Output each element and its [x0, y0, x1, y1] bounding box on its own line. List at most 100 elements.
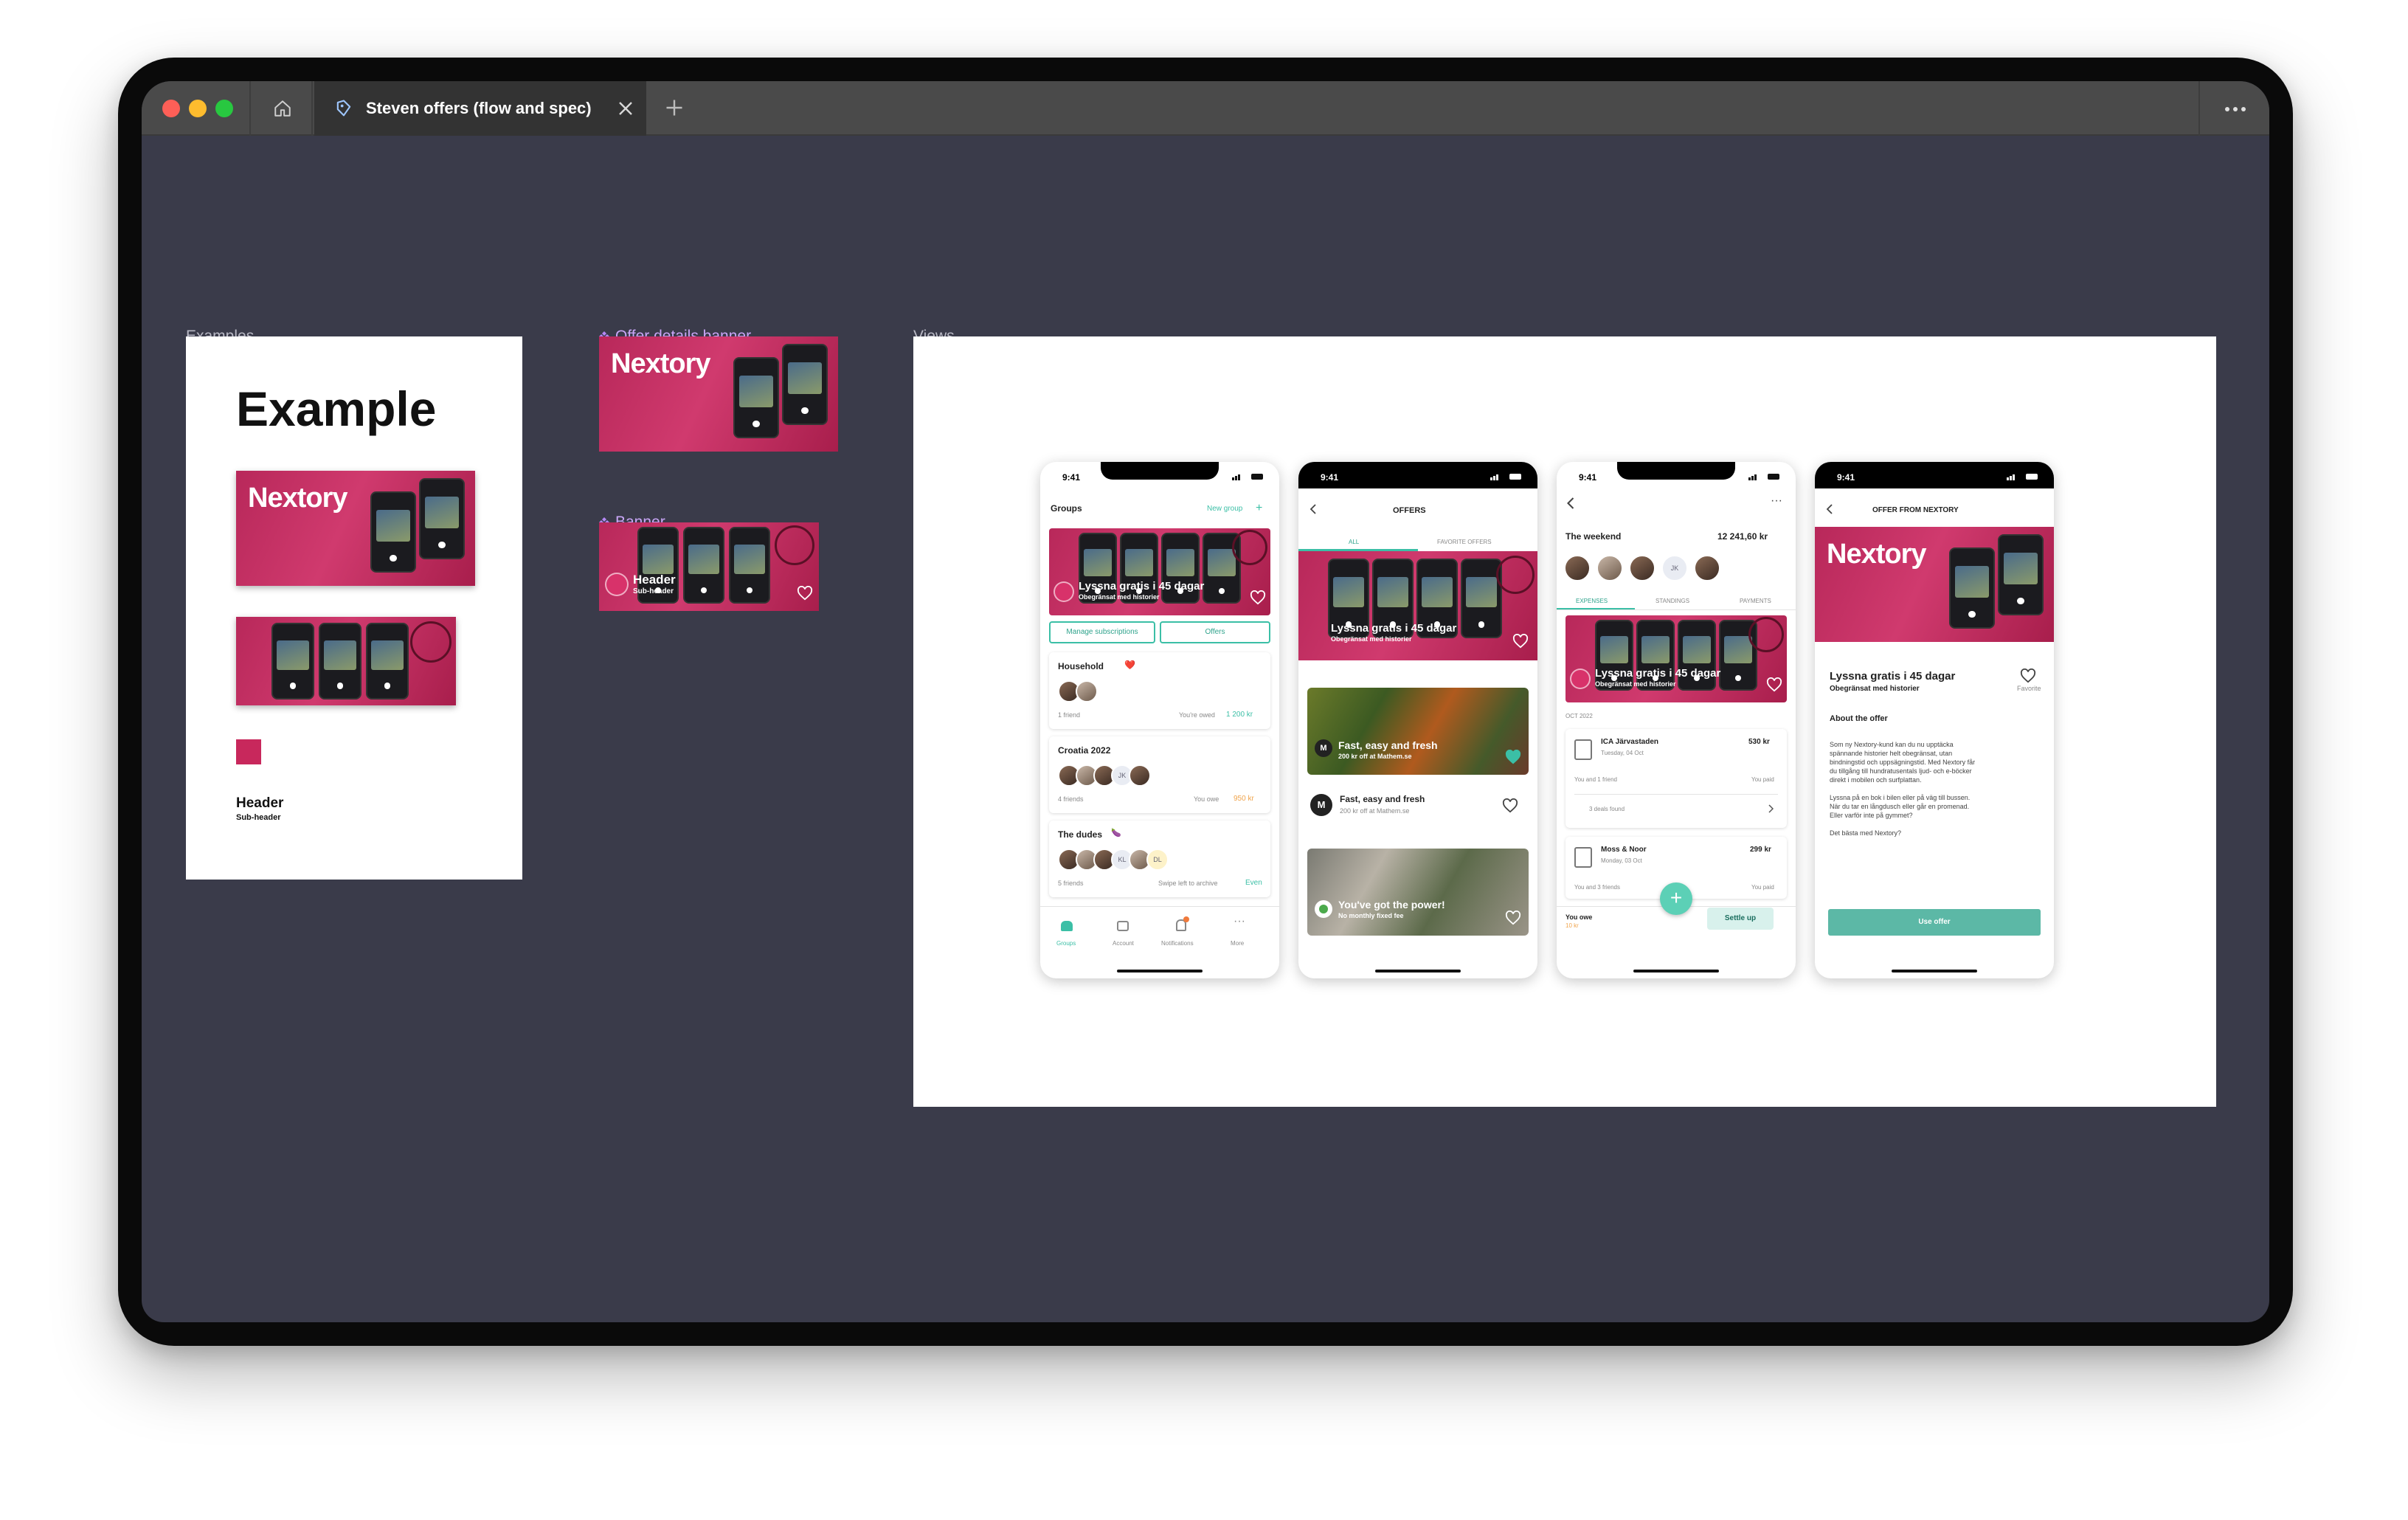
offer-banner[interactable]: Lyssna gratis i 45 dagar Obegränsat med … — [1298, 551, 1537, 660]
phone-mockup — [1998, 534, 2044, 615]
manage-subscriptions-button[interactable]: Manage subscriptions — [1049, 621, 1155, 643]
phone-groups-screen[interactable]: 9:41 Groups New group + Lyssna gratis i … — [1040, 462, 1279, 978]
offer-title: Fast, easy and fresh — [1340, 794, 1425, 804]
offer-subtitle: 200 kr off at Mathem.se — [1340, 807, 1410, 815]
tab-standings[interactable]: STANDINGS — [1656, 598, 1689, 604]
offer-paragraph-line: direkt i mobilen och surfplattan. — [1830, 776, 1922, 784]
example-heading: Example — [236, 381, 437, 436]
example-brand-swatch — [236, 739, 261, 764]
expense-name: Moss & Noor — [1601, 846, 1647, 854]
chevron-left-icon[interactable] — [1825, 503, 1834, 515]
banner-header: Header — [633, 573, 676, 587]
offers-title: OFFERS — [1393, 506, 1426, 515]
chevron-right-icon[interactable] — [1768, 804, 1774, 813]
banner-component[interactable]: Header Sub-header — [599, 522, 819, 611]
examples-frame[interactable]: Example Nextory Header Sub-header — [186, 336, 522, 880]
more-icon[interactable]: ··· — [1771, 494, 1782, 508]
offer-banner-brand: Nextory — [611, 348, 710, 379]
offer-banner[interactable]: Lyssna gratis i 45 dagar Obegränsat med … — [1565, 615, 1787, 702]
offers-button[interactable]: Offers — [1160, 621, 1270, 643]
heart-icon[interactable] — [2020, 669, 2036, 683]
wallet-icon — [1117, 921, 1129, 931]
chevron-left-icon[interactable] — [1565, 496, 1576, 511]
expense-card-ica[interactable]: ICA Järvastaden Tuesday, 04 Oct 530 kr Y… — [1565, 729, 1787, 828]
new-group-button[interactable]: New group — [1207, 505, 1242, 513]
heart-icon[interactable] — [1512, 634, 1529, 649]
heart-icon[interactable] — [1766, 677, 1782, 692]
offer-card-power[interactable]: You've got the power! No monthly fixed f… — [1307, 849, 1529, 936]
avatar: DL — [1146, 849, 1169, 871]
views-frame[interactable]: 9:41 Groups New group + Lyssna gratis i … — [913, 336, 2216, 1107]
banner-subheader: Sub-header — [633, 587, 674, 595]
nav-notifications[interactable]: Notifications — [1161, 940, 1194, 947]
home-indicator — [1633, 970, 1719, 973]
phone-mockup — [733, 357, 779, 438]
nav-groups[interactable]: Groups — [1056, 940, 1076, 947]
phone-group-detail-screen[interactable]: 9:41 ··· The weekend 12 241,60 kr JK EXP… — [1557, 462, 1796, 978]
tab-payments[interactable]: PAYMENTS — [1740, 598, 1771, 604]
offer-subtitle: Obegränsat med historier — [1830, 685, 1920, 693]
offer-paragraph-line: Lyssna på en bok i bilen eller på väg ti… — [1830, 794, 1971, 801]
offer-card-mathem[interactable]: M Fast, easy and fresh 200 kr off at Mat… — [1307, 688, 1529, 775]
phone-offers-screen[interactable]: 9:41 OFFERS ALL FAVORITE OFFERS Lyssna g… — [1298, 462, 1537, 978]
heart-icon[interactable] — [797, 586, 813, 601]
group-card-croatia[interactable]: Croatia 2022 JK 4 friends You owe 950 kr — [1049, 736, 1270, 813]
example-brand-text: Nextory — [248, 483, 347, 514]
close-icon[interactable] — [614, 97, 637, 120]
expense-date: Tuesday, 04 Oct — [1601, 750, 1644, 756]
add-expense-button[interactable]: + — [1660, 882, 1692, 915]
status-icons — [1232, 474, 1263, 480]
chevron-left-icon[interactable] — [1309, 503, 1318, 515]
offer-paragraph-line: spännande historier helt obegränsat, uta… — [1830, 750, 1953, 757]
example-subheader: Sub-header — [236, 813, 281, 822]
group-meta: 5 friends — [1058, 880, 1084, 887]
plus-icon[interactable] — [661, 94, 688, 121]
offer-details-banner-component[interactable]: Nextory — [599, 336, 838, 452]
home-button[interactable] — [249, 81, 313, 136]
group-card-dudes[interactable]: The dudes 🍆 KL DL 5 friends Swipe left t… — [1049, 821, 1270, 897]
status-time: 9:41 — [1579, 472, 1597, 483]
avatar — [1629, 555, 1656, 581]
tab-expenses[interactable]: EXPENSES — [1576, 598, 1608, 604]
receipt-icon — [1574, 847, 1592, 868]
offer-paragraph-line: Det bästa med Nextory? — [1830, 829, 1902, 837]
phone-mockup — [1161, 533, 1200, 604]
nav-more[interactable]: More — [1231, 940, 1244, 947]
heart-icon[interactable] — [1505, 750, 1521, 764]
mathem-logo: M — [1315, 739, 1332, 757]
home-icon — [274, 100, 291, 117]
plus-icon[interactable]: + — [1256, 502, 1262, 515]
offer-banner-brand: Nextory — [1827, 539, 1926, 570]
tab-title: Steven offers (flow and spec) — [366, 99, 592, 117]
heart-icon[interactable] — [1505, 911, 1521, 925]
group-name: Household — [1058, 661, 1104, 671]
deals-found[interactable]: 3 deals found — [1589, 806, 1625, 812]
phone-offer-detail-screen[interactable]: 9:41 OFFER FROM NEXTORY Nextory Lyssna g… — [1815, 462, 2054, 978]
minimize-window-button[interactable] — [189, 100, 207, 117]
group-card-household[interactable]: Household ❤️ 1 friend You're owed 1 200 … — [1049, 652, 1270, 729]
heart-icon[interactable] — [1502, 798, 1518, 813]
offer-list-item-mathem[interactable]: M Fast, easy and fresh 200 kr off at Mat… — [1307, 790, 1529, 826]
offer-banner[interactable]: Lyssna gratis i 45 dagar Obegränsat med … — [1049, 528, 1270, 615]
more-icon[interactable] — [2198, 81, 2269, 136]
tab-all[interactable]: ALL — [1349, 539, 1359, 545]
tab-favorite-offers[interactable]: FAVORITE OFFERS — [1437, 539, 1492, 545]
tab-file[interactable]: Steven offers (flow and spec) — [314, 81, 646, 136]
example-header: Header — [236, 795, 284, 811]
power-logo — [1315, 900, 1332, 918]
heart-icon[interactable] — [1250, 590, 1266, 605]
nav-account[interactable]: Account — [1113, 940, 1134, 947]
group-total: 12 241,60 kr — [1717, 531, 1768, 542]
expense-date: Monday, 03 Oct — [1601, 857, 1642, 864]
phone-mockup — [319, 623, 361, 699]
favorite-label[interactable]: Favorite — [2017, 685, 2041, 692]
zoom-window-button[interactable] — [215, 100, 233, 117]
use-offer-button[interactable]: Use offer — [1828, 909, 2041, 936]
close-window-button[interactable] — [162, 100, 180, 117]
settle-up-button[interactable]: Settle up — [1707, 908, 1774, 930]
offer-subtitle: 200 kr off at Mathem.se — [1338, 753, 1412, 760]
brand-avatar — [1054, 581, 1074, 602]
phone-mockup — [271, 623, 314, 699]
status-bar: 9:41 — [1557, 462, 1796, 488]
avatar — [1076, 680, 1098, 702]
